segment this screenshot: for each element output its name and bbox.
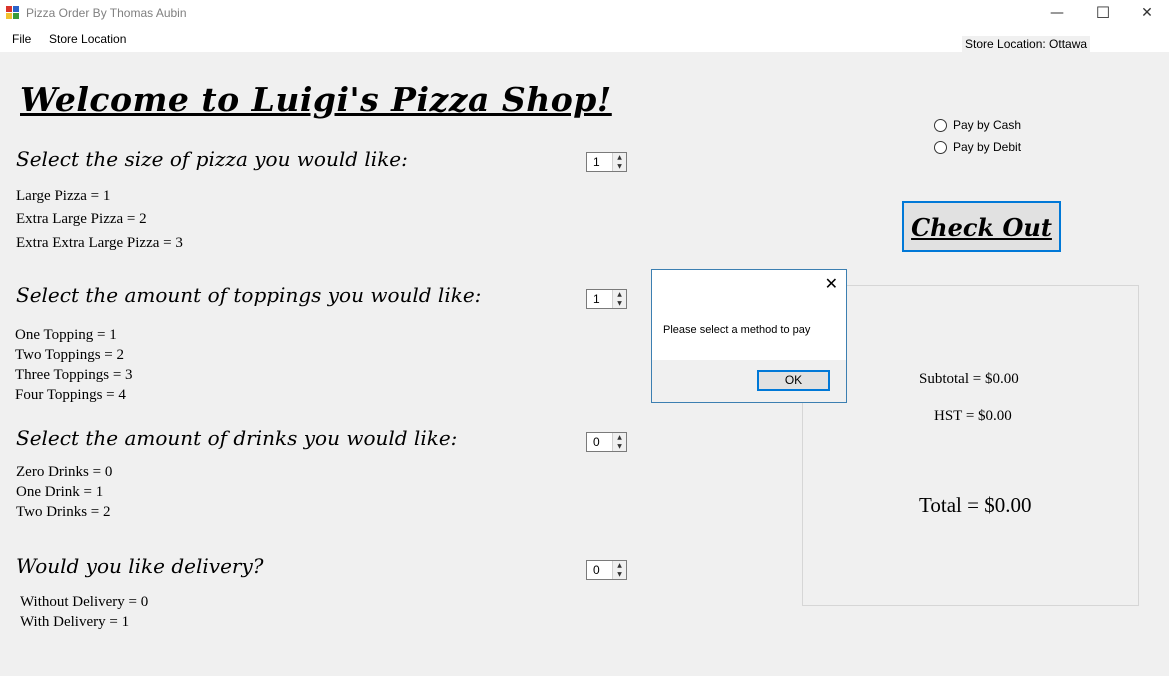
spin-down-icon[interactable]: ▼ xyxy=(613,570,626,579)
app-icon xyxy=(6,6,20,20)
order-summary-panel: Subtotal = $0.00 HST = $0.00 Total = $0.… xyxy=(802,285,1139,606)
delivery-value[interactable]: 0 xyxy=(593,563,600,577)
toppings-option: Three Toppings = 3 xyxy=(15,367,133,383)
delivery-question: Would you like delivery? xyxy=(16,554,264,578)
spin-down-icon[interactable]: ▼ xyxy=(613,299,626,308)
maximize-button[interactable]: ☐ xyxy=(1080,0,1126,28)
drinks-option: Zero Drinks = 0 xyxy=(16,464,113,480)
spin-up-icon[interactable]: ▲ xyxy=(613,153,626,162)
toppings-question: Select the amount of toppings you would … xyxy=(16,283,482,307)
toppings-spinner[interactable]: 1 ▲ ▼ xyxy=(586,289,627,309)
welcome-heading: Welcome to Luigi's Pizza Shop! xyxy=(20,80,612,119)
spin-up-icon[interactable]: ▲ xyxy=(613,433,626,442)
toppings-option: Four Toppings = 4 xyxy=(15,387,126,403)
payment-method-dialog: ✕ Please select a method to pay OK xyxy=(651,269,847,403)
size-option: Extra Large Pizza = 2 xyxy=(16,211,147,227)
toppings-option: Two Toppings = 2 xyxy=(15,347,125,363)
drinks-option: One Drink = 1 xyxy=(16,484,104,500)
check-out-button[interactable]: Check Out xyxy=(902,201,1061,252)
spin-up-icon[interactable]: ▲ xyxy=(613,290,626,299)
check-out-label[interactable]: Check Out xyxy=(904,213,1059,242)
size-question: Select the size of pizza you would like: xyxy=(16,147,408,171)
delivery-option: Without Delivery = 0 xyxy=(20,594,149,610)
dialog-close-icon[interactable]: ✕ xyxy=(825,274,838,293)
radio-circle-icon[interactable] xyxy=(934,119,947,132)
subtotal-label: Subtotal = $0.00 xyxy=(919,371,1019,387)
size-option: Large Pizza = 1 xyxy=(16,188,111,204)
drinks-option: Two Drinks = 2 xyxy=(16,504,111,520)
pay-by-debit-label[interactable]: Pay by Debit xyxy=(953,140,1021,154)
size-option: Extra Extra Large Pizza = 3 xyxy=(16,235,183,251)
title-bar: Pizza Order By Thomas Aubin — ☐ ✕ xyxy=(0,0,1169,28)
drinks-spinner[interactable]: 0 ▲ ▼ xyxy=(586,432,627,452)
minimize-button[interactable]: — xyxy=(1034,0,1080,28)
ok-button[interactable]: OK xyxy=(757,370,830,391)
delivery-option: With Delivery = 1 xyxy=(20,614,130,630)
window-title: Pizza Order By Thomas Aubin xyxy=(26,6,187,20)
size-spinner[interactable]: 1 ▲ ▼ xyxy=(586,152,627,172)
close-button[interactable]: ✕ xyxy=(1124,0,1169,28)
total-label: Total = $0.00 xyxy=(919,493,1032,517)
spin-up-icon[interactable]: ▲ xyxy=(613,561,626,570)
menu-store-location[interactable]: Store Location xyxy=(49,32,126,46)
toppings-value[interactable]: 1 xyxy=(593,292,600,306)
radio-circle-icon[interactable] xyxy=(934,141,947,154)
spin-down-icon[interactable]: ▼ xyxy=(613,442,626,451)
drinks-value[interactable]: 0 xyxy=(593,435,600,449)
spin-down-icon[interactable]: ▼ xyxy=(613,162,626,171)
dialog-footer: OK xyxy=(652,360,846,402)
dialog-message: Please select a method to pay xyxy=(663,324,811,336)
delivery-spinner[interactable]: 0 ▲ ▼ xyxy=(586,560,627,580)
size-value[interactable]: 1 xyxy=(593,155,600,169)
menu-file[interactable]: File xyxy=(12,32,31,46)
toppings-option: One Topping = 1 xyxy=(15,327,117,343)
drinks-question: Select the amount of drinks you would li… xyxy=(16,426,458,450)
hst-label: HST = $0.00 xyxy=(934,408,1012,424)
store-location-label: Store Location: Ottawa xyxy=(962,36,1091,52)
pay-by-cash-label[interactable]: Pay by Cash xyxy=(953,118,1021,132)
